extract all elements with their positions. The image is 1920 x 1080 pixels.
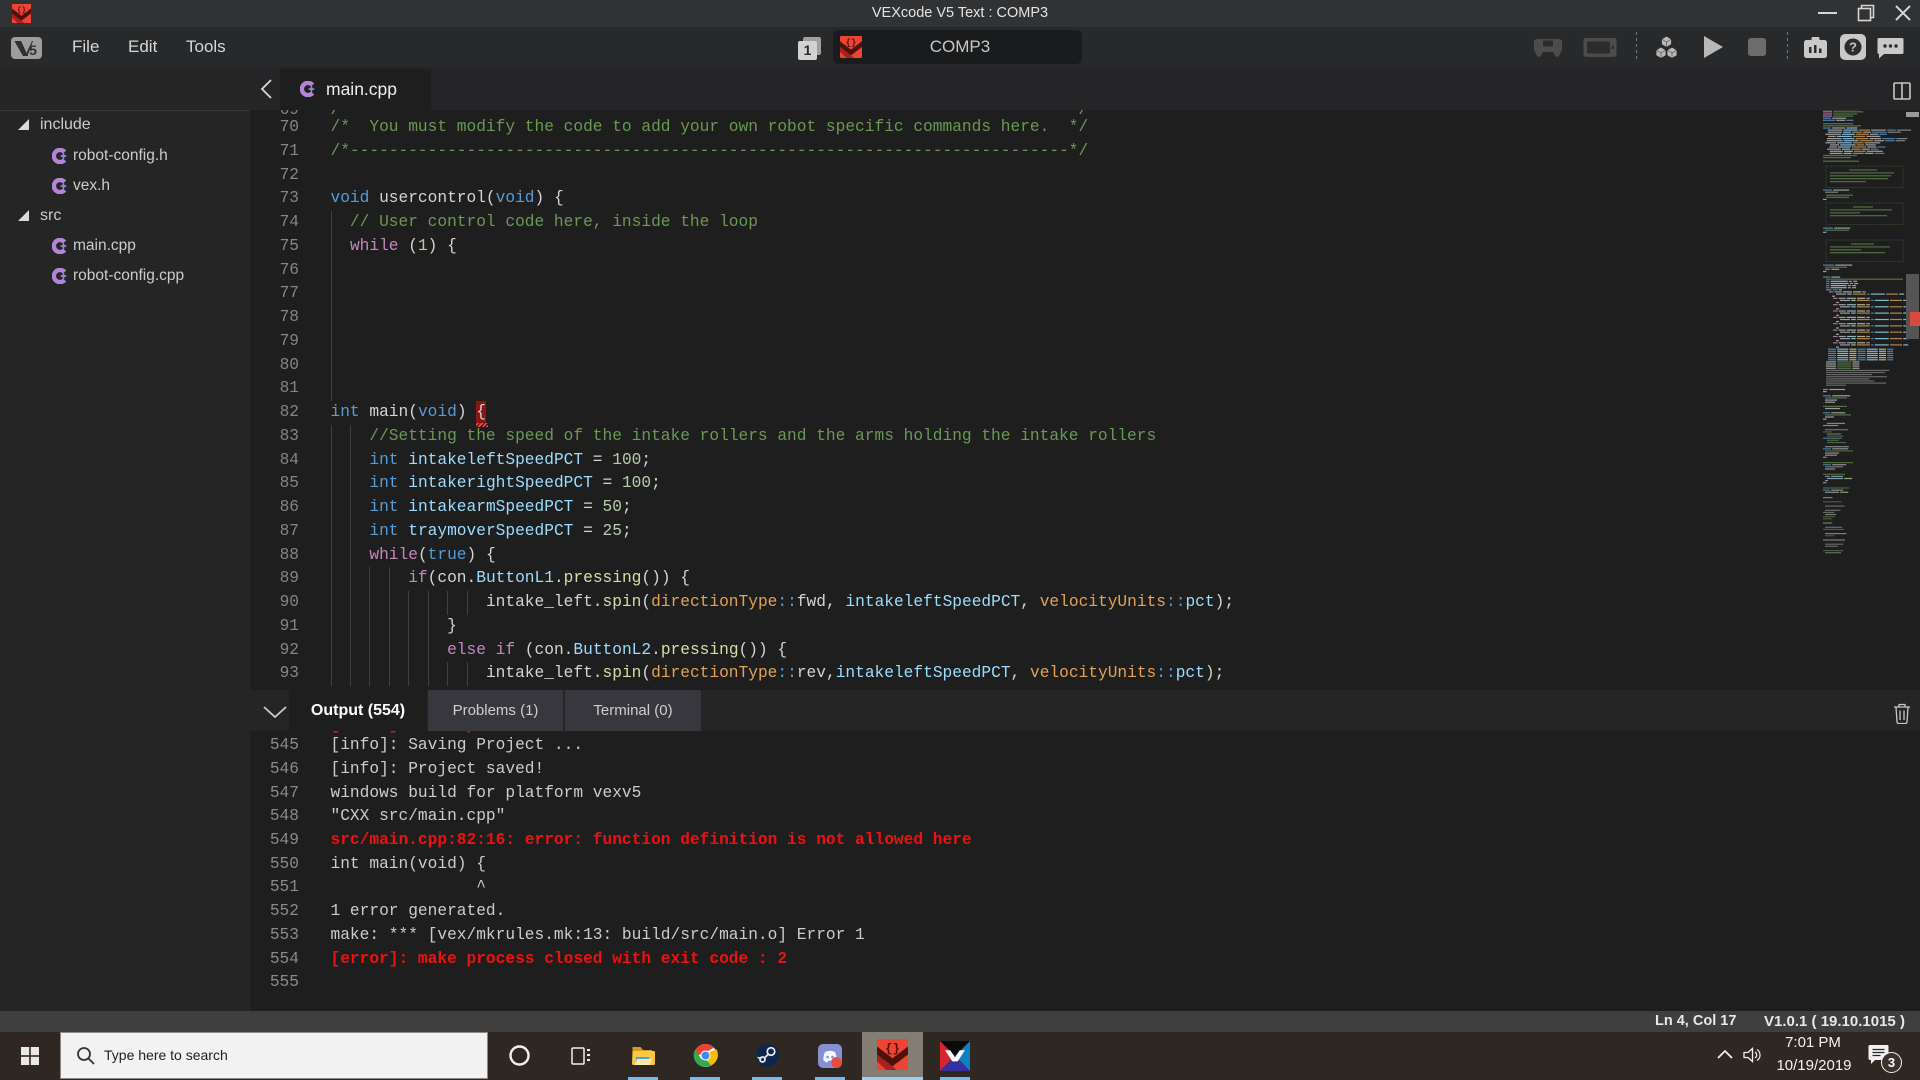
svg-text:{}: {} bbox=[885, 1042, 900, 1056]
svg-text:?: ? bbox=[1849, 40, 1857, 55]
svg-text:{}: {} bbox=[846, 38, 857, 48]
svg-text:5: 5 bbox=[29, 42, 37, 58]
